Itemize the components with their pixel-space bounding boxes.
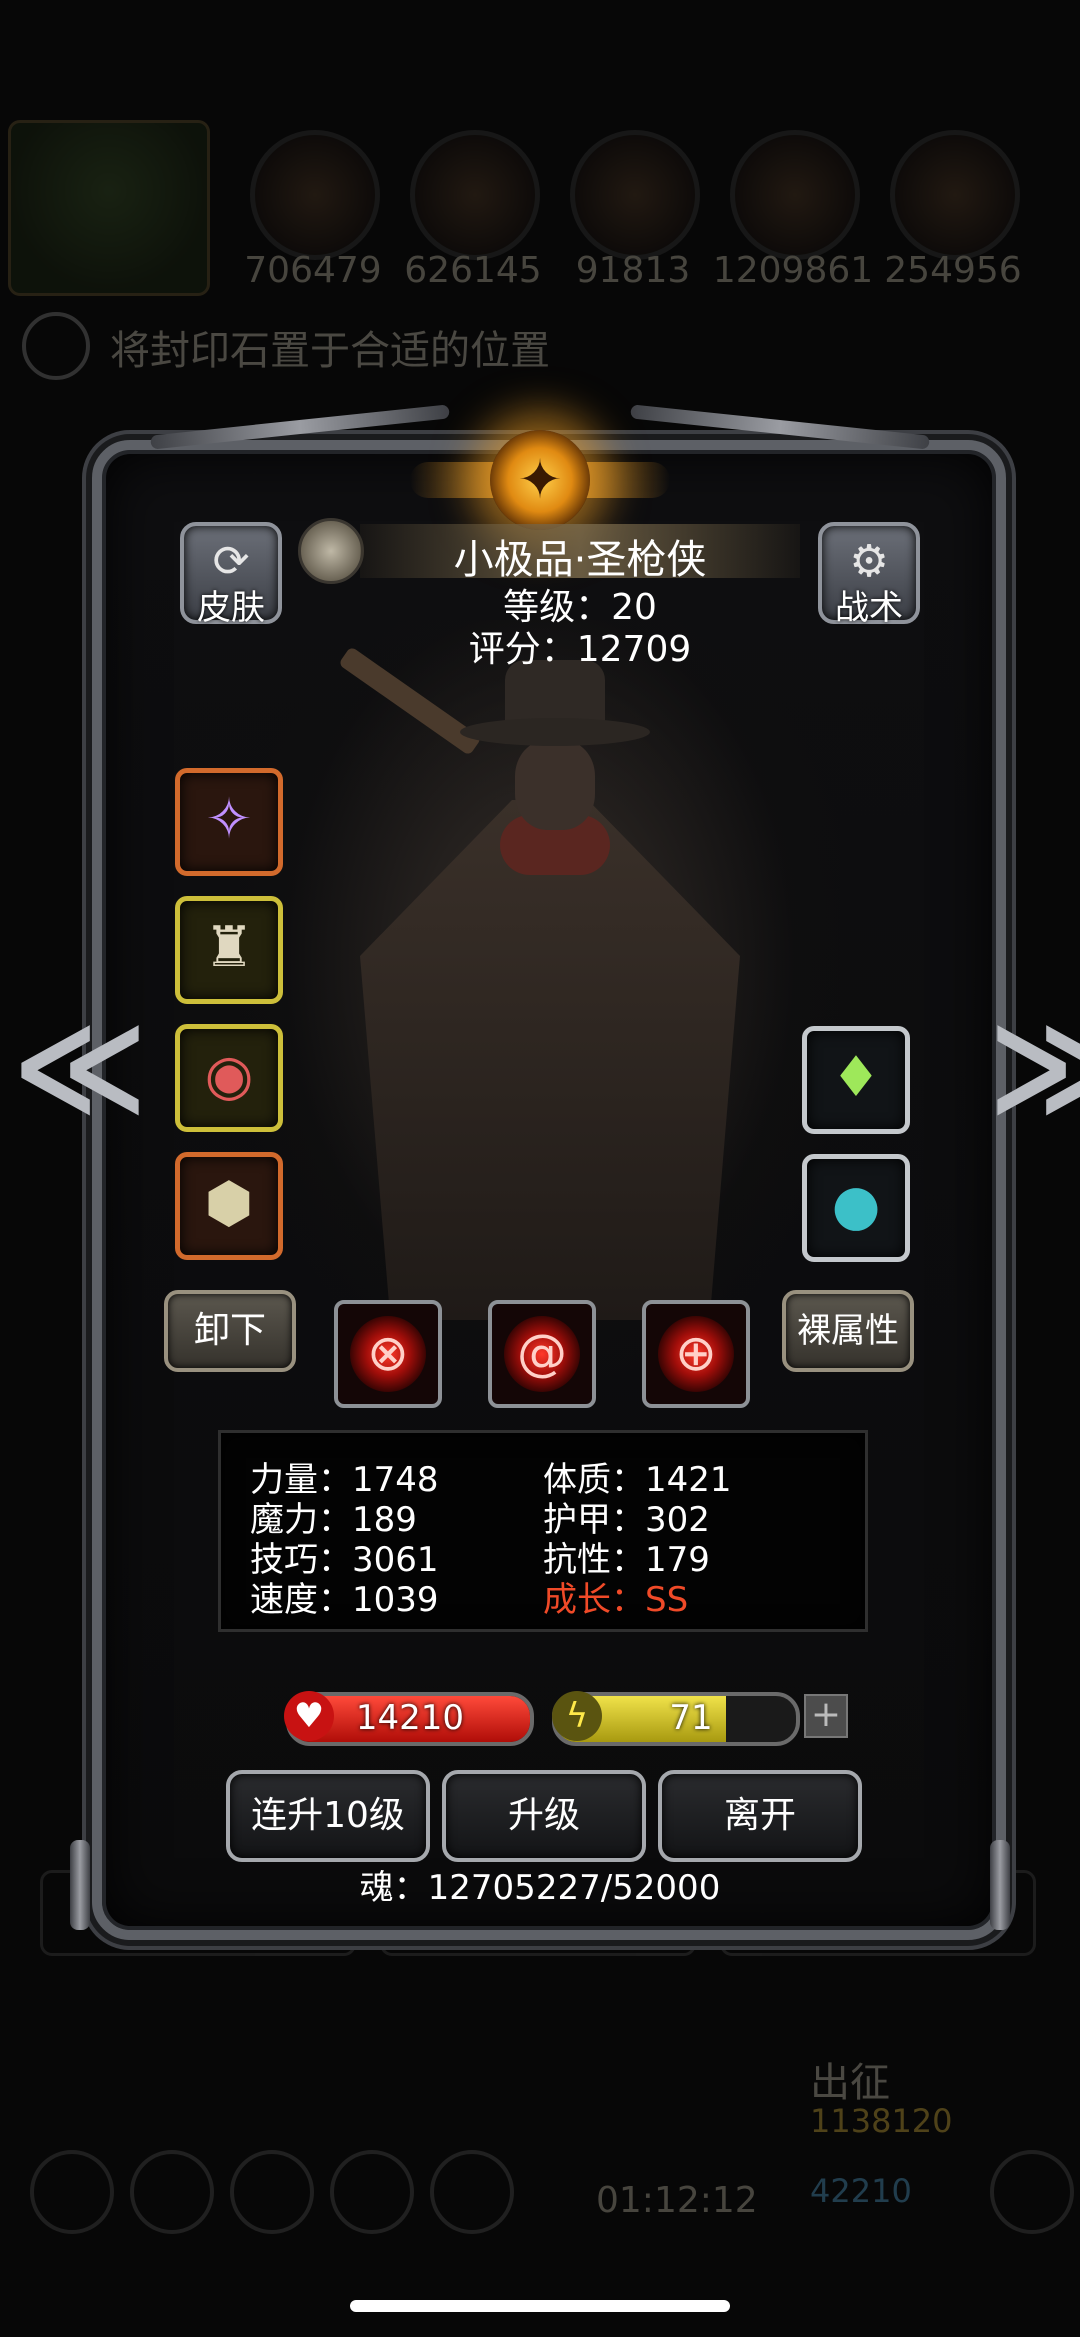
resource-count-3: 91813 <box>575 250 691 291</box>
march-label: 出征 <box>810 2060 890 2106</box>
crosshair-icon: ⊗ <box>367 1324 409 1382</box>
unequip-button[interactable]: 卸下 <box>164 1290 296 1372</box>
resource-count-4: 1209861 <box>712 250 874 291</box>
tactics-label: 战术 <box>835 588 903 628</box>
add-energy-button[interactable]: + <box>804 1694 848 1738</box>
skill-slot-1[interactable]: ⊗ <box>334 1300 442 1408</box>
skin-button[interactable]: ⟳ 皮肤 <box>180 522 282 628</box>
skill-slot-2[interactable]: @ <box>488 1300 596 1408</box>
accessory-slot[interactable]: ⬢ <box>175 1152 283 1260</box>
home-indicator[interactable] <box>350 2300 730 2312</box>
weapon-slot[interactable]: ✧ <box>175 768 283 876</box>
resource-count-1: 706479 <box>244 250 382 291</box>
armor-slot[interactable]: ◉ <box>175 1024 283 1132</box>
resource-icon-4 <box>730 130 860 260</box>
bg-menu-icon-2 <box>130 2150 214 2234</box>
resource-icon-3 <box>570 130 700 260</box>
march-gems: 42210 <box>810 2172 912 2210</box>
ring-icon: ⬢ <box>204 1171 254 1236</box>
stat-growth: 成长：SS <box>543 1580 689 1620</box>
bg-menu-icon-1 <box>30 2150 114 2234</box>
resource-count-2: 626145 <box>404 250 542 291</box>
level-up-10-button[interactable]: 连升10级 <box>226 1770 430 1862</box>
naked-attributes-button[interactable]: 裸属性 <box>782 1290 914 1372</box>
emblem-star-icon: ✦ <box>517 448 563 511</box>
character-head <box>515 740 595 830</box>
level-up-button[interactable]: 升级 <box>442 1770 646 1862</box>
armor-icon: ◉ <box>204 1043 254 1108</box>
gem-icon: ● <box>831 1173 881 1238</box>
character-name: 小极品·圣枪侠 <box>453 537 707 583</box>
next-hero-arrow[interactable]: ≫ <box>988 990 1080 1142</box>
target-icon: ⊕ <box>675 1324 717 1382</box>
gem-slot[interactable]: ● <box>802 1154 910 1262</box>
lantern-slot[interactable]: ♦ <box>802 1026 910 1134</box>
character-score: 评分：12709 <box>468 629 692 670</box>
energy-value: 71 <box>669 1698 713 1738</box>
bg-add-icon <box>990 2150 1074 2234</box>
resource-icon-1 <box>250 130 380 260</box>
character-hat-brim <box>460 718 650 746</box>
quest-icon <box>22 312 90 380</box>
quest-text: 将封印石置于合适的位置 <box>110 328 550 374</box>
soul-counter: 魂：12705227/52000 <box>359 1868 721 1908</box>
stat-speed: 速度：1039 <box>250 1580 439 1620</box>
player-avatar <box>8 120 210 296</box>
bg-menu-icon-3 <box>230 2150 314 2234</box>
lantern-icon: ♦ <box>830 1045 882 1110</box>
frame-ornament-bl <box>70 1840 90 1930</box>
march-gold: 1138120 <box>810 2102 953 2140</box>
skin-label: 皮肤 <box>197 588 265 628</box>
leave-button[interactable]: 离开 <box>658 1770 862 1862</box>
helmet-slot[interactable]: ♜ <box>175 896 283 1004</box>
bg-timer: 01:12:12 <box>596 2180 758 2221</box>
resource-icon-2 <box>410 130 540 260</box>
resource-count-5: 254956 <box>884 250 1022 291</box>
skill-slot-3[interactable]: ⊕ <box>642 1300 750 1408</box>
pistol-icon: ✧ <box>205 787 253 852</box>
prev-hero-arrow[interactable]: ≪ <box>12 990 148 1142</box>
tactics-button[interactable]: ⚙ 战术 <box>818 522 920 628</box>
bg-menu-icon-4 <box>330 2150 414 2234</box>
bg-menu-icon-5 <box>430 2150 514 2234</box>
helmet-icon: ♜ <box>203 915 255 980</box>
frame-ornament-br <box>990 1840 1010 1930</box>
heart-icon: ♥ <box>284 1691 334 1741</box>
bolt-icon: ϟ <box>552 1691 602 1741</box>
swirl-icon: @ <box>517 1324 567 1382</box>
rank-badge-icon <box>298 518 364 584</box>
resource-icon-5 <box>890 130 1020 260</box>
